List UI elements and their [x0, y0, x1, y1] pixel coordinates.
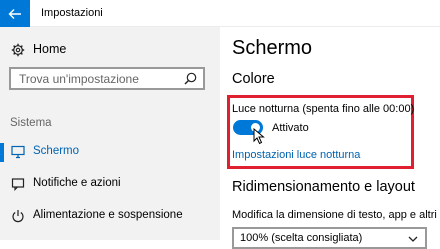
sidebar-item-alimentazione[interactable]: Alimentazione e sospensione: [0, 204, 220, 228]
sidebar-item-home[interactable]: Home: [0, 39, 220, 61]
scale-description: Modifica la dimensione di testo, app e a…: [232, 209, 440, 221]
main-content: Schermo Colore Luce notturna (spenta fin…: [220, 27, 440, 249]
page-title: Schermo: [232, 37, 313, 59]
scale-dropdown-value: 100% (scelta consigliata): [240, 232, 363, 244]
night-light-settings-link[interactable]: Impostazioni luce notturna: [232, 149, 360, 161]
section-label: Sistema: [10, 117, 52, 129]
back-button[interactable]: [0, 0, 30, 27]
power-icon: [12, 210, 24, 223]
color-heading: Colore: [232, 71, 275, 87]
sidebar-item-label: Alimentazione e sospensione: [33, 209, 183, 221]
gear-icon: [11, 43, 25, 57]
scale-dropdown[interactable]: 100% (scelta consigliata): [232, 227, 427, 249]
toggle-state-label: Attivato: [272, 122, 309, 134]
search-icon[interactable]: [184, 72, 197, 85]
title-bar: Impostazioni: [0, 0, 440, 27]
notifications-icon: [11, 178, 25, 191]
monitor-icon: [11, 145, 25, 159]
chevron-down-icon: [408, 236, 418, 242]
sidebar-item-schermo[interactable]: Schermo: [0, 140, 220, 164]
arrow-left-icon: [8, 8, 21, 19]
sidebar-item-label: Notifiche e azioni: [33, 177, 121, 189]
night-light-label: Luce notturna (spenta fino alle 00:00): [232, 103, 415, 115]
sidebar-item-notifiche[interactable]: Notifiche e azioni: [0, 172, 220, 196]
window-title: Impostazioni: [41, 7, 103, 19]
scale-heading: Ridimensionamento e layout: [232, 179, 415, 195]
mouse-cursor-icon: [253, 128, 265, 145]
search-input[interactable]: [19, 71, 179, 87]
sidebar-item-label: Schermo: [33, 145, 80, 157]
search-box[interactable]: [9, 67, 205, 90]
sidebar-item-label: Home: [33, 42, 67, 56]
sidebar: Home Sistema Schermo Notifiche e azioni …: [0, 27, 220, 240]
